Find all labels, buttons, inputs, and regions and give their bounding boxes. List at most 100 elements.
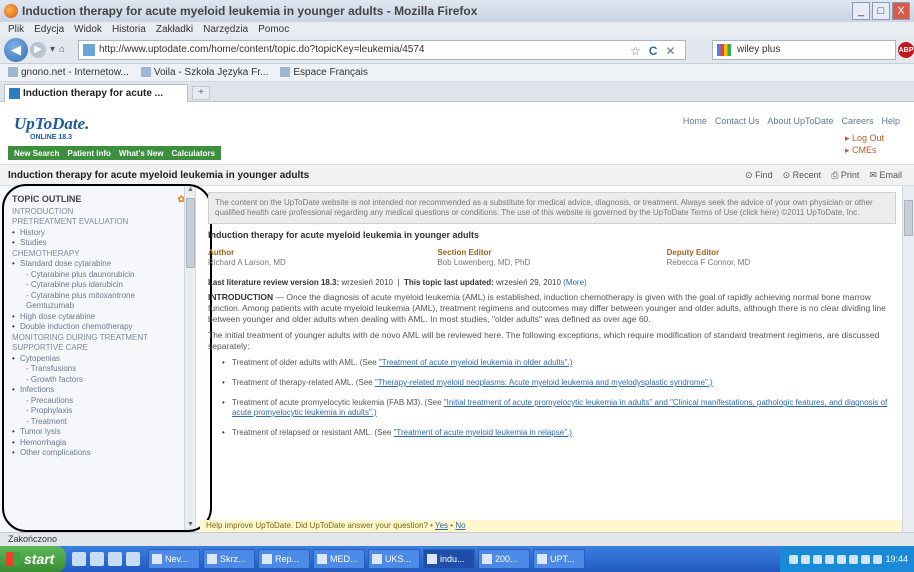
outline-item[interactable]: PRETREATMENT EVALUATION bbox=[12, 217, 185, 228]
menu-help[interactable]: Pomoc bbox=[258, 24, 289, 35]
history-dropdown-icon[interactable]: ▾ bbox=[50, 44, 55, 55]
feedback-yes-link[interactable]: Yes bbox=[435, 521, 448, 530]
star-icon[interactable]: ☆ bbox=[630, 44, 641, 58]
scroll-thumb[interactable] bbox=[186, 198, 195, 268]
outline-item[interactable]: Gemtuzumab bbox=[12, 301, 185, 312]
tray-icon[interactable] bbox=[813, 554, 823, 564]
link-logout[interactable]: ▸ Log Out bbox=[845, 132, 884, 144]
outline-item[interactable]: Double induction chemotherapy bbox=[12, 322, 185, 333]
start-button[interactable]: start bbox=[0, 546, 66, 572]
task-button[interactable]: UKS... bbox=[368, 549, 420, 569]
nav-whats-new[interactable]: What's New bbox=[119, 149, 164, 158]
menu-tools[interactable]: Narzędzia bbox=[203, 24, 248, 35]
outline-item[interactable]: MONITORING DURING TREATMENT bbox=[12, 333, 185, 344]
tray-icon[interactable] bbox=[825, 554, 835, 564]
quicklaunch-icon[interactable] bbox=[108, 552, 122, 566]
topic-link[interactable]: "Treatment of acute myeloid leukemia in … bbox=[379, 358, 572, 367]
tray-icon[interactable] bbox=[849, 554, 859, 564]
minimize-button[interactable]: _ bbox=[852, 2, 870, 20]
site-favicon-icon bbox=[83, 44, 95, 56]
link-contact[interactable]: Contact Us bbox=[715, 116, 760, 126]
close-button[interactable]: X bbox=[892, 2, 910, 20]
feedback-no-link[interactable]: No bbox=[455, 521, 465, 530]
topic-link[interactable]: "Treatment of acute myeloid leukemia in … bbox=[394, 428, 572, 437]
adblock-icon[interactable]: ABP bbox=[898, 42, 914, 58]
recent-button[interactable]: ⊙ Recent bbox=[783, 170, 822, 181]
search-bar[interactable]: wiley plus bbox=[712, 40, 896, 60]
link-home[interactable]: Home bbox=[683, 116, 707, 126]
outline-item[interactable]: Cytopenias bbox=[12, 354, 185, 365]
forward-button[interactable]: ▶ bbox=[30, 41, 46, 58]
stop-icon[interactable]: ✕ bbox=[665, 44, 675, 58]
outline-item[interactable]: High dose cytarabine bbox=[12, 312, 185, 323]
nav-calculators[interactable]: Calculators bbox=[172, 149, 216, 158]
outline-item[interactable]: - Transfusions bbox=[12, 364, 185, 375]
outline-item[interactable]: Standard dose cytarabine bbox=[12, 259, 185, 270]
link-help[interactable]: Help bbox=[881, 116, 900, 126]
outline-item[interactable]: - Prophylaxis bbox=[12, 406, 185, 417]
tray-icon[interactable] bbox=[801, 554, 811, 564]
home-icon[interactable]: ⌂ bbox=[59, 44, 65, 55]
task-button[interactable]: MED... bbox=[313, 549, 365, 569]
link-cmes[interactable]: ▸ CMEs bbox=[845, 144, 884, 156]
bookmark-item[interactable]: Espace Français bbox=[280, 67, 368, 78]
find-button[interactable]: ⊙ Find bbox=[745, 170, 773, 181]
scroll-up-icon[interactable]: ▲ bbox=[185, 186, 195, 197]
bookmark-item[interactable]: Voila - Szkoła Języka Fr... bbox=[140, 67, 268, 78]
task-button[interactable]: UPT... bbox=[533, 549, 585, 569]
outline-item[interactable]: - Cytarabine plus daunorubicin bbox=[12, 270, 185, 281]
search-input[interactable]: wiley plus bbox=[737, 44, 780, 55]
more-link[interactable]: (More) bbox=[563, 278, 587, 287]
nav-patient-info[interactable]: Patient Info bbox=[67, 149, 111, 158]
task-button[interactable]: Nev... bbox=[148, 549, 200, 569]
outline-item[interactable]: Tumor lysis bbox=[12, 427, 185, 438]
outline-item[interactable]: - Cytarabine plus idarubicin bbox=[12, 280, 185, 291]
article-scrollbar[interactable] bbox=[902, 186, 914, 532]
tray-icon[interactable] bbox=[837, 554, 847, 564]
uptodate-logo[interactable]: UpToDate. bbox=[14, 114, 89, 134]
outline-item[interactable]: SUPPORTIVE CARE bbox=[12, 343, 185, 354]
topic-link[interactable]: "Therapy-related myeloid neoplasms: Acut… bbox=[375, 378, 713, 387]
link-about[interactable]: About UpToDate bbox=[767, 116, 833, 126]
menu-bookmarks[interactable]: Zakładki bbox=[156, 24, 193, 35]
menu-edit[interactable]: Edycja bbox=[34, 24, 64, 35]
outline-item[interactable]: - Growth factors bbox=[12, 375, 185, 386]
outline-item[interactable]: - Cytarabine plus mitoxantrone bbox=[12, 291, 185, 302]
outline-item[interactable]: Hemorrhagia bbox=[12, 438, 185, 449]
tray-icon[interactable] bbox=[873, 554, 883, 564]
outline-item[interactable]: INTRODUCTION bbox=[12, 207, 185, 218]
tray-icon[interactable] bbox=[861, 554, 871, 564]
quicklaunch-icon[interactable] bbox=[126, 552, 140, 566]
task-button[interactable]: Rep... bbox=[258, 549, 310, 569]
url-bar[interactable]: http://www.uptodate.com/home/content/top… bbox=[78, 40, 686, 60]
task-button[interactable]: 200... bbox=[478, 549, 530, 569]
link-careers[interactable]: Careers bbox=[841, 116, 873, 126]
maximize-button[interactable]: □ bbox=[872, 2, 890, 20]
outline-item[interactable]: Other complications bbox=[12, 448, 185, 459]
nav-new-search[interactable]: New Search bbox=[14, 149, 59, 158]
tab-active[interactable]: Induction therapy for acute ... bbox=[4, 84, 188, 102]
bookmark-item[interactable]: gnono.net - Internetow... bbox=[8, 67, 129, 78]
outline-item[interactable]: CHEMOTHERAPY bbox=[12, 249, 185, 260]
outline-scrollbar[interactable]: ▲ ▼ bbox=[184, 186, 195, 532]
menu-file[interactable]: Plik bbox=[8, 24, 24, 35]
menu-history[interactable]: Historia bbox=[112, 24, 146, 35]
quicklaunch-icon[interactable] bbox=[72, 552, 86, 566]
quicklaunch-icon[interactable] bbox=[90, 552, 104, 566]
task-button-active[interactable]: indu... bbox=[423, 549, 475, 569]
outline-item[interactable]: - Treatment bbox=[12, 417, 185, 428]
print-button[interactable]: ⎙ Print bbox=[831, 170, 859, 181]
new-tab-button[interactable]: + bbox=[192, 86, 210, 100]
reload-icon[interactable]: C bbox=[649, 44, 658, 58]
back-button[interactable]: ◀ bbox=[4, 37, 28, 62]
email-button[interactable]: ✉ Email bbox=[869, 170, 902, 181]
task-button[interactable]: Skrz... bbox=[203, 549, 255, 569]
outline-item[interactable]: History bbox=[12, 228, 185, 239]
tray-icon[interactable] bbox=[789, 554, 799, 564]
scroll-thumb[interactable] bbox=[904, 200, 913, 236]
scroll-down-icon[interactable]: ▼ bbox=[185, 521, 195, 532]
outline-item[interactable]: - Precautions bbox=[12, 396, 185, 407]
outline-item[interactable]: Studies bbox=[12, 238, 185, 249]
outline-item[interactable]: Infections bbox=[12, 385, 185, 396]
menu-view[interactable]: Widok bbox=[74, 24, 102, 35]
